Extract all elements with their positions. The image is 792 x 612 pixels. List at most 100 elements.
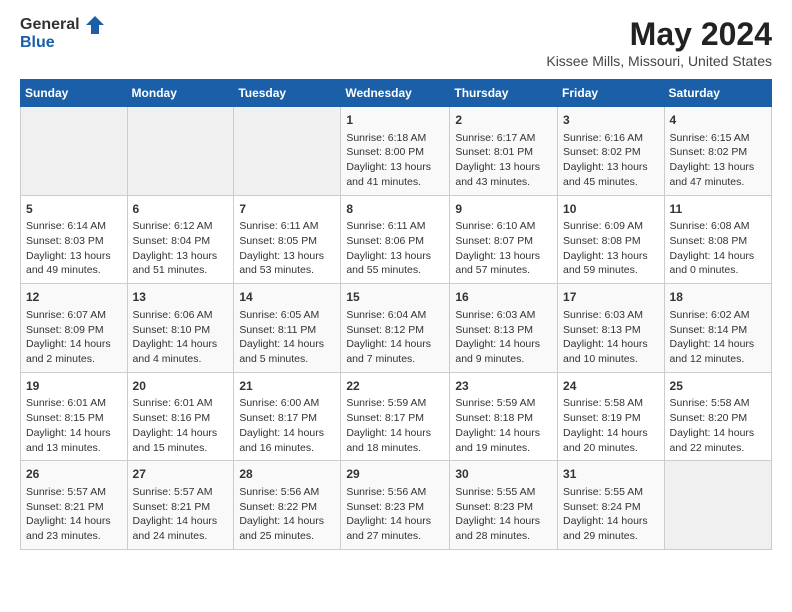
table-row: 16 Sunrise: 6:03 AM Sunset: 8:13 PM Dayli…	[450, 284, 558, 373]
day-info: Sunrise: 5:57 AM Sunset: 8:21 PM Dayligh…	[26, 485, 122, 544]
day-info: Sunrise: 5:55 AM Sunset: 8:23 PM Dayligh…	[455, 485, 552, 544]
day-info: Sunrise: 6:04 AM Sunset: 8:12 PM Dayligh…	[346, 308, 444, 367]
header-wednesday: Wednesday	[341, 80, 450, 107]
day-info: Sunrise: 5:59 AM Sunset: 8:18 PM Dayligh…	[455, 396, 552, 455]
table-row: 22Sunrise: 5:59 AM Sunset: 8:17 PM Dayli…	[341, 372, 450, 461]
table-row: 21Sunrise: 6:00 AM Sunset: 8:17 PM Dayli…	[234, 372, 341, 461]
table-row: 30 Sunrise: 5:55 AM Sunset: 8:23 PM Dayli…	[450, 461, 558, 550]
day-info: Sunrise: 6:10 AM Sunset: 8:07 PM Dayligh…	[455, 219, 552, 278]
day-number: 28	[239, 466, 335, 483]
day-info: Sunrise: 6:05 AM Sunset: 8:11 PM Dayligh…	[239, 308, 335, 367]
table-row: 6Sunrise: 6:12 AM Sunset: 8:04 PM Daylig…	[127, 195, 234, 284]
table-row: 7Sunrise: 6:11 AM Sunset: 8:05 PM Daylig…	[234, 195, 341, 284]
day-number: 22	[346, 378, 444, 395]
day-number: 14	[239, 289, 335, 306]
day-info: Sunrise: 6:03 AM Sunset: 8:13 PM Dayligh…	[563, 308, 659, 367]
day-number: 24	[563, 378, 659, 395]
table-row: 2Sunrise: 6:17 AM Sunset: 8:01 PM Daylig…	[450, 107, 558, 196]
day-number: 4	[670, 112, 766, 129]
table-row: 9Sunrise: 6:10 AM Sunset: 8:07 PM Daylig…	[450, 195, 558, 284]
table-row: 17Sunrise: 6:03 AM Sunset: 8:13 PM Dayli…	[558, 284, 665, 373]
header-tuesday: Tuesday	[234, 80, 341, 107]
day-number: 18	[670, 289, 766, 306]
table-row: 23Sunrise: 5:59 AM Sunset: 8:18 PM Dayli…	[450, 372, 558, 461]
day-info: Sunrise: 5:56 AM Sunset: 8:22 PM Dayligh…	[239, 485, 335, 544]
table-row: 29Sunrise: 5:56 AM Sunset: 8:23 PM Dayli…	[341, 461, 450, 550]
day-info: Sunrise: 6:02 AM Sunset: 8:14 PM Dayligh…	[670, 308, 766, 367]
table-row: 20Sunrise: 6:01 AM Sunset: 8:16 PM Dayli…	[127, 372, 234, 461]
day-info: Sunrise: 6:11 AM Sunset: 8:06 PM Dayligh…	[346, 219, 444, 278]
day-number: 13	[133, 289, 229, 306]
logo: General Blue	[20, 16, 104, 52]
day-number: 12	[26, 289, 122, 306]
day-number: 8	[346, 201, 444, 218]
day-info: Sunrise: 6:17 AM Sunset: 8:01 PM Dayligh…	[455, 131, 552, 190]
day-number: 30	[455, 466, 552, 483]
day-number: 10	[563, 201, 659, 218]
table-row: 24Sunrise: 5:58 AM Sunset: 8:19 PM Dayli…	[558, 372, 665, 461]
page-subtitle: Kissee Mills, Missouri, United States	[546, 53, 772, 69]
table-row: 3 Sunrise: 6:16 AM Sunset: 8:02 PM Daylig…	[558, 107, 665, 196]
table-row: 15 Sunrise: 6:04 AM Sunset: 8:12 PM Dayli…	[341, 284, 450, 373]
table-row: 4 Sunrise: 6:15 AM Sunset: 8:02 PM Daylig…	[664, 107, 771, 196]
day-number: 1	[346, 112, 444, 129]
day-number: 7	[239, 201, 335, 218]
table-row: 1 Sunrise: 6:18 AM Sunset: 8:00 PM Daylig…	[341, 107, 450, 196]
day-number: 21	[239, 378, 335, 395]
table-row: 27 Sunrise: 5:57 AM Sunset: 8:21 PM Dayli…	[127, 461, 234, 550]
table-row: 26 Sunrise: 5:57 AM Sunset: 8:21 PM Dayli…	[21, 461, 128, 550]
day-info: Sunrise: 6:15 AM Sunset: 8:02 PM Dayligh…	[670, 131, 766, 190]
logo-wordmark: General Blue	[20, 16, 104, 52]
day-number: 3	[563, 112, 659, 129]
header-sunday: Sunday	[21, 80, 128, 107]
table-row: 10Sunrise: 6:09 AM Sunset: 8:08 PM Dayli…	[558, 195, 665, 284]
day-info: Sunrise: 6:03 AM Sunset: 8:13 PM Dayligh…	[455, 308, 552, 367]
day-info: Sunrise: 6:00 AM Sunset: 8:17 PM Dayligh…	[239, 396, 335, 455]
day-info: Sunrise: 6:01 AM Sunset: 8:15 PM Dayligh…	[26, 396, 122, 455]
day-info: Sunrise: 5:56 AM Sunset: 8:23 PM Dayligh…	[346, 485, 444, 544]
day-info: Sunrise: 6:01 AM Sunset: 8:16 PM Dayligh…	[133, 396, 229, 455]
header-friday: Friday	[558, 80, 665, 107]
logo-bird-icon	[86, 16, 104, 34]
day-info: Sunrise: 6:06 AM Sunset: 8:10 PM Dayligh…	[133, 308, 229, 367]
day-number: 11	[670, 201, 766, 218]
day-info: Sunrise: 6:16 AM Sunset: 8:02 PM Dayligh…	[563, 131, 659, 190]
day-number: 5	[26, 201, 122, 218]
calendar-week-row: 1 Sunrise: 6:18 AM Sunset: 8:00 PM Daylig…	[21, 107, 772, 196]
day-number: 27	[133, 466, 229, 483]
day-info: Sunrise: 5:58 AM Sunset: 8:19 PM Dayligh…	[563, 396, 659, 455]
table-row: 18 Sunrise: 6:02 AM Sunset: 8:14 PM Dayli…	[664, 284, 771, 373]
day-number: 15	[346, 289, 444, 306]
table-row: 19Sunrise: 6:01 AM Sunset: 8:15 PM Dayli…	[21, 372, 128, 461]
table-row	[234, 107, 341, 196]
table-row: 11Sunrise: 6:08 AM Sunset: 8:08 PM Dayli…	[664, 195, 771, 284]
header-thursday: Thursday	[450, 80, 558, 107]
day-number: 9	[455, 201, 552, 218]
day-number: 31	[563, 466, 659, 483]
table-row: 5Sunrise: 6:14 AM Sunset: 8:03 PM Daylig…	[21, 195, 128, 284]
page-title: May 2024	[546, 16, 772, 53]
day-info: Sunrise: 6:18 AM Sunset: 8:00 PM Dayligh…	[346, 131, 444, 190]
table-row: 31Sunrise: 5:55 AM Sunset: 8:24 PM Dayli…	[558, 461, 665, 550]
table-row	[664, 461, 771, 550]
day-info: Sunrise: 5:57 AM Sunset: 8:21 PM Dayligh…	[133, 485, 229, 544]
day-number: 16	[455, 289, 552, 306]
table-row: 28 Sunrise: 5:56 AM Sunset: 8:22 PM Dayli…	[234, 461, 341, 550]
day-number: 6	[133, 201, 229, 218]
table-row: 25Sunrise: 5:58 AM Sunset: 8:20 PM Dayli…	[664, 372, 771, 461]
table-row	[21, 107, 128, 196]
day-info: Sunrise: 6:08 AM Sunset: 8:08 PM Dayligh…	[670, 219, 766, 278]
page-header: General Blue May 2024 Kissee Mills, Miss…	[20, 16, 772, 69]
day-number: 25	[670, 378, 766, 395]
day-info: Sunrise: 6:07 AM Sunset: 8:09 PM Dayligh…	[26, 308, 122, 367]
calendar-header-row: Sunday Monday Tuesday Wednesday Thursday…	[21, 80, 772, 107]
day-info: Sunrise: 6:11 AM Sunset: 8:05 PM Dayligh…	[239, 219, 335, 278]
day-info: Sunrise: 5:58 AM Sunset: 8:20 PM Dayligh…	[670, 396, 766, 455]
calendar-week-row: 26 Sunrise: 5:57 AM Sunset: 8:21 PM Dayli…	[21, 461, 772, 550]
table-row: 12 Sunrise: 6:07 AM Sunset: 8:09 PM Dayli…	[21, 284, 128, 373]
calendar-week-row: 5Sunrise: 6:14 AM Sunset: 8:03 PM Daylig…	[21, 195, 772, 284]
table-row: 8Sunrise: 6:11 AM Sunset: 8:06 PM Daylig…	[341, 195, 450, 284]
day-number: 26	[26, 466, 122, 483]
day-number: 19	[26, 378, 122, 395]
day-number: 20	[133, 378, 229, 395]
